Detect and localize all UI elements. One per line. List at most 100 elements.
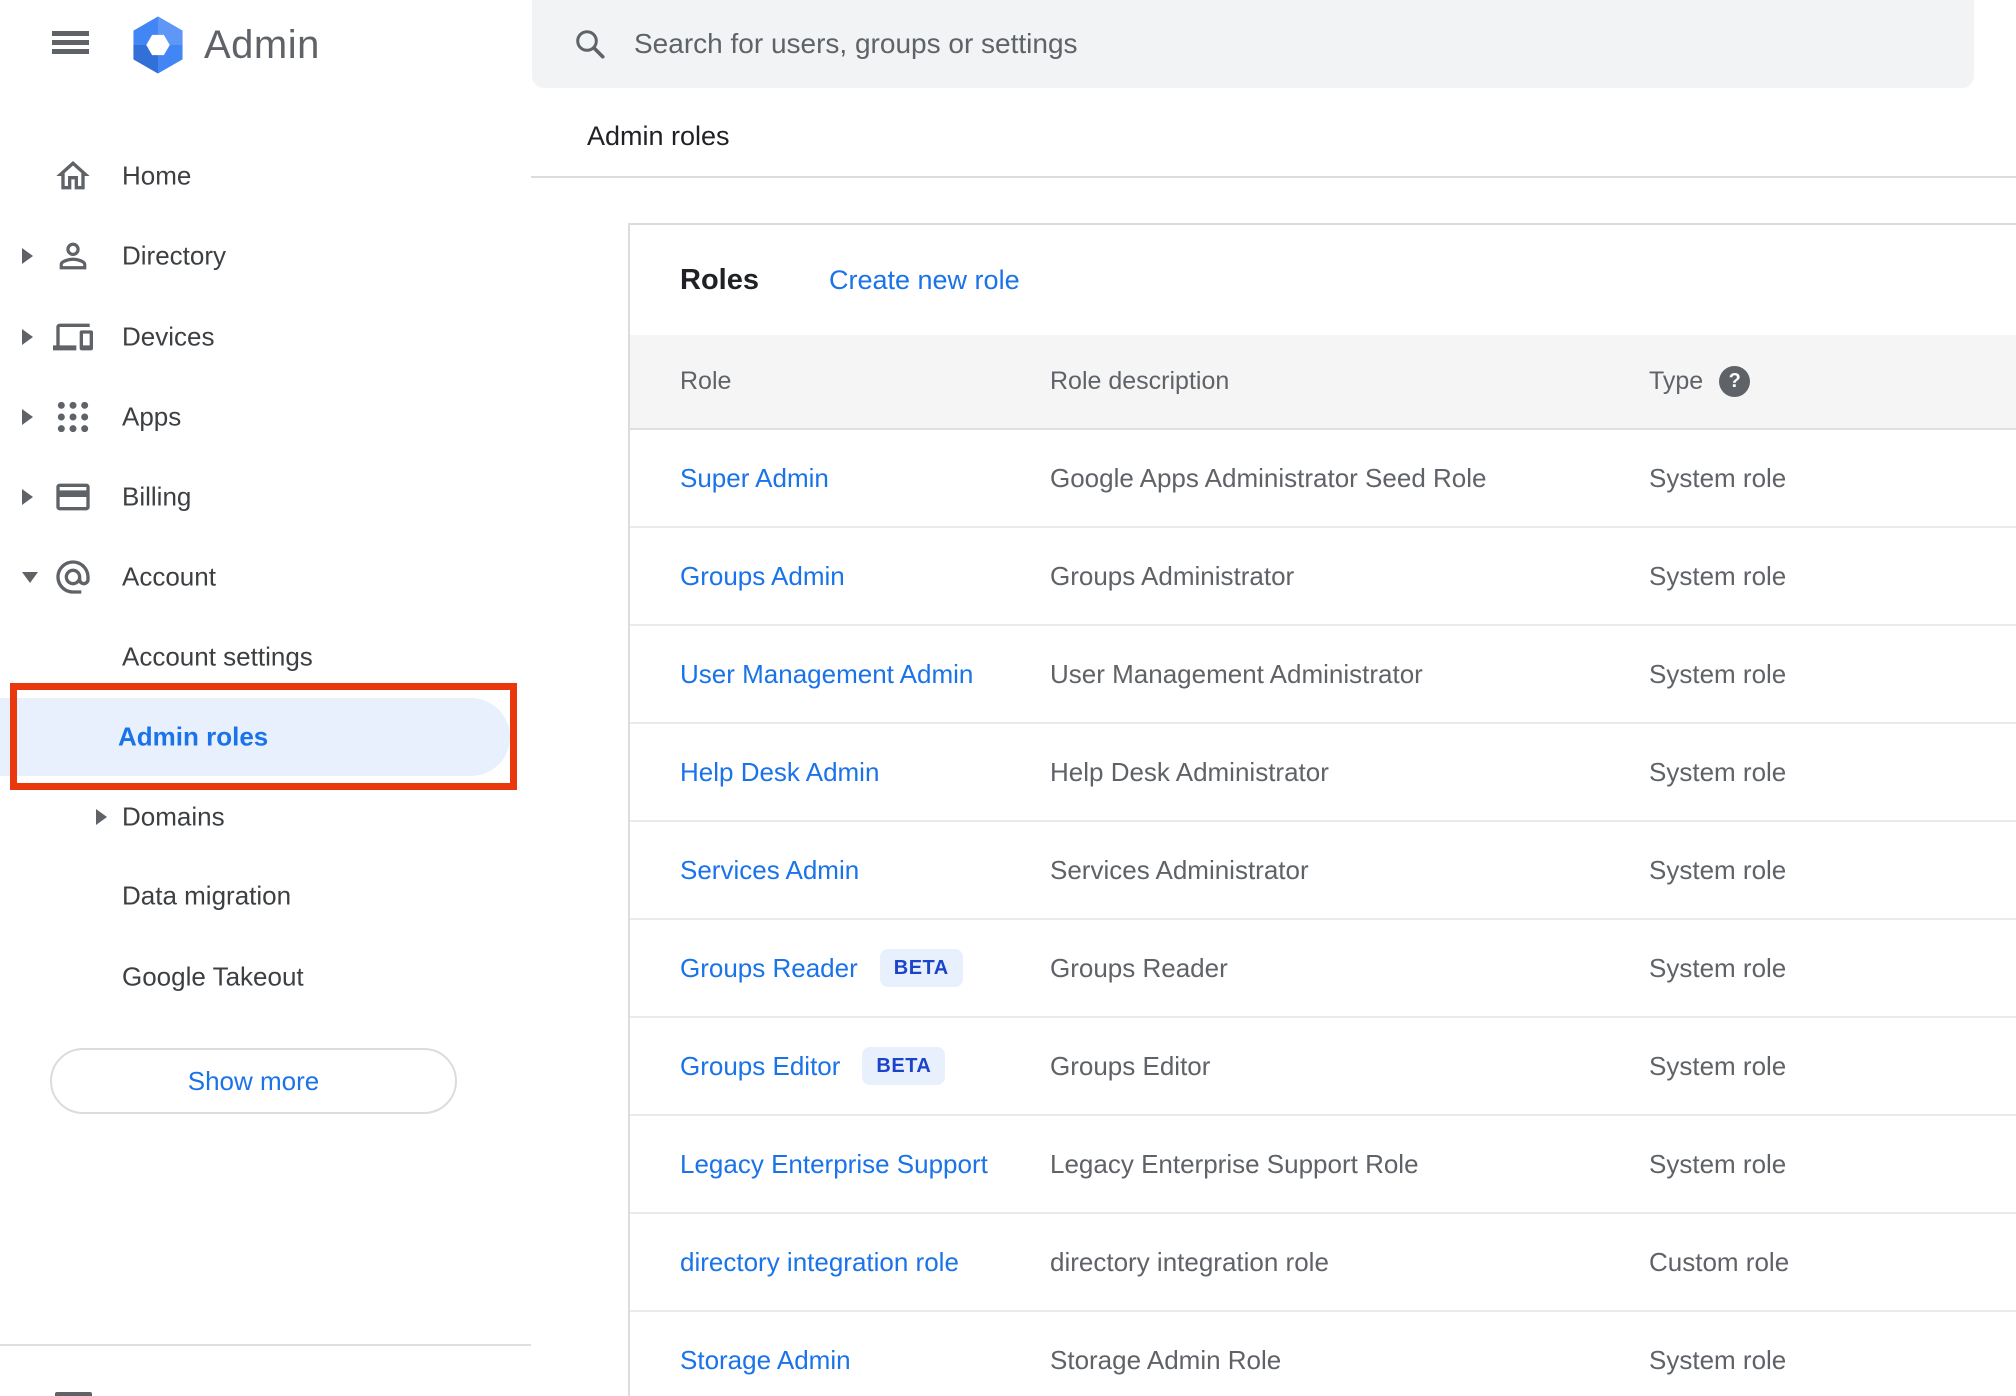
role-type: System role [1649, 658, 1787, 689]
role-description: Legacy Enterprise Support Role [1050, 1148, 1419, 1179]
at-icon [53, 557, 93, 597]
devices-icon [53, 317, 93, 357]
beta-badge: BETA [862, 1047, 946, 1085]
sidebar-item-domains[interactable]: Domains [0, 777, 531, 857]
column-header-description: Role description [1050, 367, 1230, 395]
role-description: Google Apps Administrator Seed Role [1050, 462, 1487, 493]
home-icon [53, 156, 93, 196]
sidebar-item-label: Google Takeout [122, 961, 304, 992]
sidebar-item-label: Domains [122, 801, 225, 832]
search-icon [576, 30, 605, 59]
partially-visible-icon [55, 1392, 92, 1396]
sidebar-header: Admin [0, 0, 531, 90]
role-type: System role [1649, 952, 1787, 983]
breadcrumb-divider [531, 176, 2016, 178]
role-link[interactable]: Groups Admin [680, 561, 845, 592]
column-header-role: Role [680, 367, 732, 395]
sidebar-item-billing[interactable]: Billing [0, 457, 531, 537]
table-row: User Management Admin User Management Adm… [630, 626, 2016, 724]
sidebar-item-home[interactable]: Home [0, 136, 531, 216]
roles-title: Roles [680, 263, 759, 296]
apps-icon [53, 397, 93, 437]
table-row: Help Desk Admin Help Desk Administrator Sy… [630, 724, 2016, 822]
table-row: Storage Admin Storage Admin Role System ro… [630, 1312, 2016, 1396]
sidebar-item-label: Account [122, 561, 216, 592]
app-title: Admin [204, 22, 320, 67]
role-link[interactable]: Groups Editor [680, 1051, 840, 1082]
table-row: Services Admin Services Administrator Syst… [630, 822, 2016, 920]
chevron-right-icon[interactable] [22, 329, 33, 345]
role-link[interactable]: directory integration role [680, 1247, 959, 1278]
sidebar-item-label: Devices [122, 321, 215, 352]
chevron-right-icon[interactable] [22, 489, 33, 505]
table-row: Super Admin Google Apps Administrator See… [630, 430, 2016, 528]
role-link[interactable]: Super Admin [680, 463, 829, 494]
sidebar-item-google-takeout[interactable]: Google Takeout [0, 937, 531, 1017]
role-type: System role [1649, 560, 1787, 591]
roles-table-body: Super Admin Google Apps Administrator See… [630, 430, 2016, 1396]
table-header-row: Role Role description Type ? [630, 335, 2016, 430]
sidebar-item-label: Apps [122, 401, 182, 432]
sidebar-item-label: Admin roles [118, 721, 269, 752]
role-description: Storage Admin Role [1050, 1344, 1282, 1375]
sidebar-item-account-settings[interactable]: Account settings [0, 617, 531, 697]
search-input[interactable] [634, 28, 1944, 60]
card-icon [53, 477, 93, 517]
sidebar-item-admin-roles[interactable]: Admin roles [0, 697, 531, 777]
sidebar: Admin Home Directory Devices Apps Billing Acc… [0, 0, 531, 1396]
role-link[interactable]: Groups Reader [680, 953, 858, 984]
role-type: System role [1649, 1148, 1787, 1179]
roles-card-header: Roles Create new role [630, 225, 2016, 335]
admin-logo: Admin [126, 13, 320, 77]
role-type: System role [1649, 1050, 1787, 1081]
sidebar-item-label: Billing [122, 481, 192, 512]
table-row: Groups Editor BETA Groups Editor System rol… [630, 1018, 2016, 1116]
role-description: Groups Administrator [1050, 560, 1295, 591]
show-more-button[interactable]: Show more [50, 1048, 457, 1114]
role-type: System role [1649, 1344, 1787, 1375]
sidebar-item-label: Account settings [122, 641, 313, 672]
sidebar-item-label: Directory [122, 240, 227, 271]
sidebar-item-apps[interactable]: Apps [0, 377, 531, 457]
sidebar-item-directory[interactable]: Directory [0, 216, 531, 296]
breadcrumb: Admin roles [587, 121, 730, 151]
role-description: Services Administrator [1050, 854, 1309, 885]
role-description: Groups Editor [1050, 1050, 1211, 1081]
table-row: directory integration role directory inte… [630, 1214, 2016, 1312]
table-row: Groups Reader BETA Groups Reader System rol… [630, 920, 2016, 1018]
main-content: Admin roles Roles Create new role Role R… [531, 0, 2016, 1396]
sidebar-item-label: Home [122, 160, 192, 191]
sidebar-item-data-migration[interactable]: Data migration [0, 856, 531, 936]
chevron-down-icon[interactable] [22, 572, 38, 583]
role-link[interactable]: Help Desk Admin [680, 757, 879, 788]
role-type: System role [1649, 756, 1787, 787]
chevron-right-icon[interactable] [96, 809, 107, 825]
sidebar-footer-divider [0, 1344, 531, 1346]
sidebar-item-account[interactable]: Account [0, 537, 531, 617]
table-row: Groups Admin Groups Administrator System r… [630, 528, 2016, 626]
admin-hexagon-icon [133, 16, 183, 74]
role-description: User Management Administrator [1050, 658, 1423, 689]
role-type: System role [1649, 854, 1787, 885]
role-type: Custom role [1649, 1246, 1790, 1277]
role-description: Help Desk Administrator [1050, 756, 1329, 787]
role-link[interactable]: Services Admin [680, 855, 859, 886]
chevron-right-icon[interactable] [22, 248, 33, 264]
role-link[interactable]: Legacy Enterprise Support [680, 1149, 988, 1180]
beta-badge: BETA [879, 949, 963, 987]
sidebar-item-label: Data migration [122, 880, 292, 911]
person-icon [53, 236, 93, 276]
role-description: Groups Reader [1050, 952, 1228, 983]
sidebar-item-devices[interactable]: Devices [0, 297, 531, 377]
hamburger-menu-icon[interactable] [52, 31, 89, 54]
chevron-right-icon[interactable] [22, 409, 33, 425]
table-row: Legacy Enterprise Support Legacy Enterpri… [630, 1116, 2016, 1214]
create-new-role-link[interactable]: Create new role [829, 265, 1020, 296]
role-type: System role [1649, 462, 1787, 493]
role-link[interactable]: User Management Admin [680, 659, 973, 690]
roles-card: Roles Create new role Role Role descript… [628, 223, 2016, 1396]
role-description: directory integration role [1050, 1246, 1329, 1277]
role-link[interactable]: Storage Admin [680, 1345, 851, 1376]
help-icon[interactable]: ? [1719, 366, 1751, 397]
search-bar[interactable] [532, 0, 1974, 88]
